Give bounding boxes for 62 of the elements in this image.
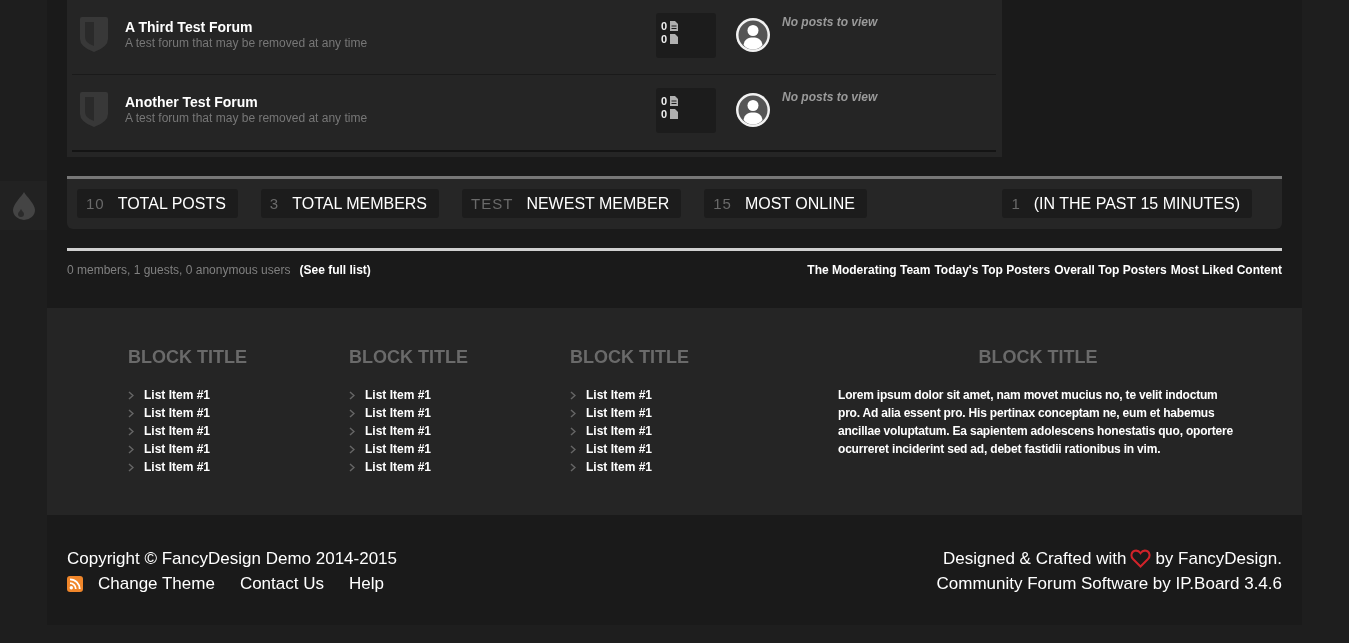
last-post-text: No posts to view: [782, 15, 879, 30]
document-icon: [670, 95, 679, 106]
forum-description: A test forum that may be removed at any time: [125, 111, 368, 126]
avatar-icon: [736, 18, 770, 52]
document-icon: [670, 20, 679, 31]
stat-value: 1: [1011, 195, 1021, 212]
copyright-text: Copyright © FancyDesign Demo 2014-2015: [67, 548, 398, 570]
list-item-link[interactable]: List Item #1: [365, 388, 432, 402]
quick-link[interactable]: Today's Top Posters: [934, 263, 1051, 277]
credit-text: by FancyDesign.: [1155, 548, 1282, 570]
stat-value: 10: [86, 195, 105, 212]
block-title: BLOCK TITLE: [349, 346, 468, 368]
list-item-link[interactable]: List Item #1: [144, 460, 211, 474]
stat-value: 3: [269, 195, 280, 212]
block-title: BLOCK TITLE: [978, 346, 1098, 368]
block-title: BLOCK TITLE: [570, 346, 689, 368]
list-item-link[interactable]: List Item #1: [144, 424, 211, 438]
full-list-link[interactable]: (See full list): [299, 263, 371, 277]
list-item-link[interactable]: List Item #1: [144, 442, 211, 456]
topic-count: 0: [661, 19, 668, 32]
stat-value: TEST: [471, 195, 514, 212]
forum-title-link[interactable]: Another Test Forum: [125, 94, 258, 111]
list-item-link[interactable]: List Item #1: [586, 406, 653, 420]
software-credit-text: Community Forum Software by IP.Board 3.4.6: [936, 573, 1282, 595]
stat-label: (IN THE PAST 15 MINUTES): [1033, 194, 1240, 213]
reply-count: 0: [661, 107, 668, 120]
footer-link[interactable]: Help: [348, 571, 384, 596]
footer-link[interactable]: Contact Us: [239, 571, 324, 596]
quick-link[interactable]: The Moderating Team: [807, 263, 931, 277]
topic-count: 0: [661, 94, 668, 107]
list-item-link[interactable]: List Item #1: [586, 460, 653, 474]
credit-text: Designed & Crafted with: [943, 548, 1127, 570]
stat-label: TOTAL MEMBERS: [292, 194, 428, 213]
heart-icon: [1130, 549, 1152, 568]
stat-label: MOST ONLINE: [744, 194, 855, 213]
quick-link[interactable]: Overall Top Posters: [1054, 263, 1167, 277]
list-item-link[interactable]: List Item #1: [586, 424, 653, 438]
reply-count: 0: [661, 32, 668, 45]
document-icon: [670, 108, 679, 119]
rss-icon[interactable]: [67, 575, 83, 592]
block-title: BLOCK TITLE: [128, 346, 247, 368]
list-item-link[interactable]: List Item #1: [365, 406, 432, 420]
list-item-link[interactable]: List Item #1: [144, 388, 211, 402]
online-users-summary: 0 members, 1 guests, 0 anonymous users: [67, 263, 291, 277]
footer-link[interactable]: Change Theme: [98, 571, 215, 596]
list-item-link[interactable]: List Item #1: [365, 442, 432, 456]
forum-title-link[interactable]: A Third Test Forum: [125, 19, 253, 36]
stat-label: TOTAL POSTS: [117, 194, 226, 213]
list-item-link[interactable]: List Item #1: [586, 442, 653, 456]
list-item-link[interactable]: List Item #1: [365, 460, 432, 474]
list-item-link[interactable]: List Item #1: [586, 388, 653, 402]
stat-value: 15: [713, 195, 732, 212]
quick-link[interactable]: Most Liked Content: [1170, 263, 1282, 277]
list-item-link[interactable]: List Item #1: [144, 406, 211, 420]
list-item-link[interactable]: List Item #1: [365, 424, 432, 438]
document-icon: [670, 33, 679, 44]
last-post-text: No posts to view: [782, 90, 879, 105]
forum-description: A test forum that may be removed at any time: [125, 36, 368, 51]
droplet-icon: [12, 191, 35, 220]
stat-label: NEWEST MEMBER: [526, 194, 670, 213]
avatar-icon: [736, 93, 770, 127]
block-paragraph: Lorem ipsum dolor sit amet, nam movet mucius no, te velit indoctum pro. Ad alia essent pro. His pertinax conceptam ne, eum et habemus ancillae voluptatum. Ea sapientem adolescens honestatis quo, oportere ocurreret inciderint sed ad, debet fastidii rationibus in vim.: [838, 387, 1234, 458]
